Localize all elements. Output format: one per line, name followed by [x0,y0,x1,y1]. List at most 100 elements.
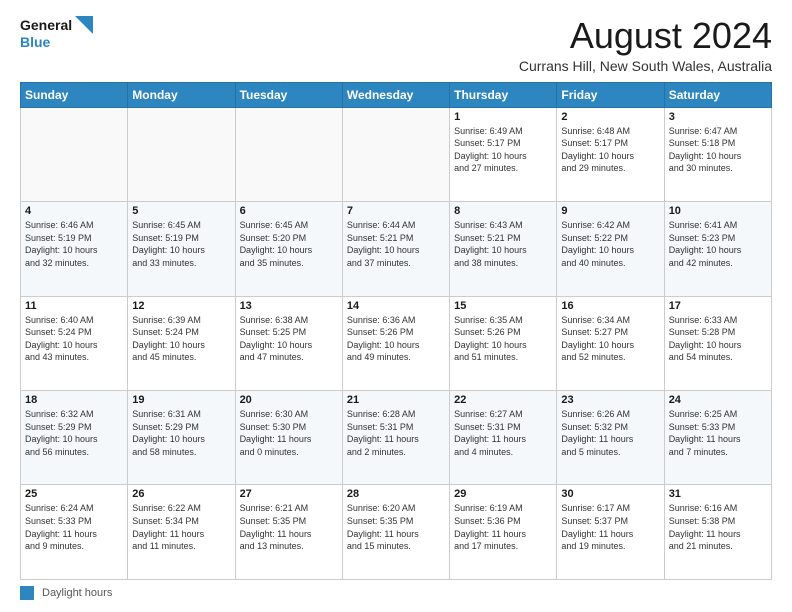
calendar-cell: 12 Sunrise: 6:39 AM Sunset: 5:24 PM Dayli… [128,296,235,390]
logo-text-block: General Blue [20,16,93,50]
day-number: 11 [25,300,123,312]
day-number: 29 [454,488,552,500]
day-number: 12 [132,300,230,312]
logo: General Blue [20,16,93,50]
day-info: Sunrise: 6:16 AM Sunset: 5:38 PM Dayligh… [669,502,767,552]
calendar-cell: 21Sunrise: 6:28 AM Sunset: 5:31 PM Dayli… [342,391,449,485]
day-info: Sunrise: 6:26 AM Sunset: 5:32 PM Dayligh… [561,408,659,458]
logo-blue: Blue [20,34,93,50]
day-info: Sunrise: 6:21 AM Sunset: 5:35 PM Dayligh… [240,502,338,552]
subtitle: Currans Hill, New South Wales, Australia [519,58,772,74]
calendar-cell: 25 Sunrise: 6:24 AM Sunset: 5:33 PM Dayli… [21,485,128,580]
calendar-cell: 29 Sunrise: 6:19 AM Sunset: 5:36 PM Dayli… [450,485,557,580]
calendar-cell: 15 Sunrise: 6:35 AM Sunset: 5:26 PM Dayli… [450,296,557,390]
page-header: General Blue August 2024 Currans Hill, N… [20,16,772,74]
day-info: Sunrise: 6:43 AM Sunset: 5:21 PM Dayligh… [454,219,552,269]
logo-general: General [20,17,72,33]
day-info: Sunrise: 6:47 AM Sunset: 5:18 PM Dayligh… [669,125,767,175]
calendar-cell: 23 Sunrise: 6:26 AM Sunset: 5:32 PM Dayli… [557,391,664,485]
day-number: 23 [561,394,659,406]
calendar-cell: 6Sunrise: 6:45 AM Sunset: 5:20 PM Daylig… [235,202,342,296]
col-sunday: Sunday [21,82,128,107]
day-info: Sunrise: 6:44 AM Sunset: 5:21 PM Dayligh… [347,219,445,269]
calendar-header-row: Sunday Monday Tuesday Wednesday Thursday… [21,82,772,107]
day-number: 24 [669,394,767,406]
day-number: 8 [454,205,552,217]
calendar-cell: 30Sunrise: 6:17 AM Sunset: 5:37 PM Dayli… [557,485,664,580]
day-number: 25 [25,488,123,500]
col-saturday: Saturday [664,82,771,107]
col-tuesday: Tuesday [235,82,342,107]
day-info: Sunrise: 6:35 AM Sunset: 5:26 PM Dayligh… [454,314,552,364]
col-friday: Friday [557,82,664,107]
calendar-cell: 22Sunrise: 6:27 AM Sunset: 5:31 PM Dayli… [450,391,557,485]
calendar-cell: 4 Sunrise: 6:46 AM Sunset: 5:19 PM Daylig… [21,202,128,296]
calendar-cell: 16Sunrise: 6:34 AM Sunset: 5:27 PM Dayli… [557,296,664,390]
day-number: 1 [454,111,552,123]
day-number: 30 [561,488,659,500]
col-wednesday: Wednesday [342,82,449,107]
calendar-cell: 18 Sunrise: 6:32 AM Sunset: 5:29 PM Dayli… [21,391,128,485]
calendar-cell [128,107,235,201]
calendar-cell: 7 Sunrise: 6:44 AM Sunset: 5:21 PM Daylig… [342,202,449,296]
day-number: 20 [240,394,338,406]
day-info: Sunrise: 6:27 AM Sunset: 5:31 PM Dayligh… [454,408,552,458]
day-info: Sunrise: 6:33 AM Sunset: 5:28 PM Dayligh… [669,314,767,364]
calendar-cell: 17 Sunrise: 6:33 AM Sunset: 5:28 PM Dayli… [664,296,771,390]
day-number: 13 [240,300,338,312]
calendar-page: General Blue August 2024 Currans Hill, N… [0,0,792,612]
day-number: 4 [25,205,123,217]
calendar-cell: 13 Sunrise: 6:38 AM Sunset: 5:25 PM Dayli… [235,296,342,390]
calendar-cell [235,107,342,201]
day-number: 5 [132,205,230,217]
calendar-cell: 2 Sunrise: 6:48 AM Sunset: 5:17 PM Daylig… [557,107,664,201]
main-title: August 2024 [519,16,772,56]
day-number: 14 [347,300,445,312]
calendar-cell: 24 Sunrise: 6:25 AM Sunset: 5:33 PM Dayli… [664,391,771,485]
calendar-cell: 8 Sunrise: 6:43 AM Sunset: 5:21 PM Daylig… [450,202,557,296]
day-info: Sunrise: 6:24 AM Sunset: 5:33 PM Dayligh… [25,502,123,552]
day-info: Sunrise: 6:19 AM Sunset: 5:36 PM Dayligh… [454,502,552,552]
calendar-cell [21,107,128,201]
day-info: Sunrise: 6:20 AM Sunset: 5:35 PM Dayligh… [347,502,445,552]
day-number: 17 [669,300,767,312]
calendar-cell: 3Sunrise: 6:47 AM Sunset: 5:18 PM Daylig… [664,107,771,201]
day-info: Sunrise: 6:31 AM Sunset: 5:29 PM Dayligh… [132,408,230,458]
day-number: 15 [454,300,552,312]
logo-triangle-icon [75,16,93,34]
calendar-week-5: 25 Sunrise: 6:24 AM Sunset: 5:33 PM Dayli… [21,485,772,580]
day-info: Sunrise: 6:22 AM Sunset: 5:34 PM Dayligh… [132,502,230,552]
day-number: 28 [347,488,445,500]
day-info: Sunrise: 6:36 AM Sunset: 5:26 PM Dayligh… [347,314,445,364]
calendar-cell: 28 Sunrise: 6:20 AM Sunset: 5:35 PM Dayli… [342,485,449,580]
title-block: August 2024 Currans Hill, New South Wale… [519,16,772,74]
day-number: 9 [561,205,659,217]
calendar-table: Sunday Monday Tuesday Wednesday Thursday… [20,82,772,580]
day-number: 18 [25,394,123,406]
calendar-cell: 9Sunrise: 6:42 AM Sunset: 5:22 PM Daylig… [557,202,664,296]
day-info: Sunrise: 6:38 AM Sunset: 5:25 PM Dayligh… [240,314,338,364]
calendar-footer: Daylight hours [20,586,772,600]
calendar-cell: 11 Sunrise: 6:40 AM Sunset: 5:24 PM Dayli… [21,296,128,390]
day-info: Sunrise: 6:46 AM Sunset: 5:19 PM Dayligh… [25,219,123,269]
calendar-cell: 31Sunrise: 6:16 AM Sunset: 5:38 PM Dayli… [664,485,771,580]
day-info: Sunrise: 6:34 AM Sunset: 5:27 PM Dayligh… [561,314,659,364]
calendar-cell: 1Sunrise: 6:49 AM Sunset: 5:17 PM Daylig… [450,107,557,201]
day-number: 19 [132,394,230,406]
day-number: 21 [347,394,445,406]
day-info: Sunrise: 6:39 AM Sunset: 5:24 PM Dayligh… [132,314,230,364]
day-info: Sunrise: 6:45 AM Sunset: 5:19 PM Dayligh… [132,219,230,269]
daylight-label: Daylight hours [42,587,112,599]
calendar-week-2: 4 Sunrise: 6:46 AM Sunset: 5:19 PM Daylig… [21,202,772,296]
day-info: Sunrise: 6:25 AM Sunset: 5:33 PM Dayligh… [669,408,767,458]
day-info: Sunrise: 6:45 AM Sunset: 5:20 PM Dayligh… [240,219,338,269]
day-number: 2 [561,111,659,123]
day-info: Sunrise: 6:40 AM Sunset: 5:24 PM Dayligh… [25,314,123,364]
day-info: Sunrise: 6:30 AM Sunset: 5:30 PM Dayligh… [240,408,338,458]
daylight-legend-box [20,586,34,600]
day-info: Sunrise: 6:32 AM Sunset: 5:29 PM Dayligh… [25,408,123,458]
calendar-cell [342,107,449,201]
day-info: Sunrise: 6:48 AM Sunset: 5:17 PM Dayligh… [561,125,659,175]
calendar-cell: 20 Sunrise: 6:30 AM Sunset: 5:30 PM Dayli… [235,391,342,485]
day-number: 7 [347,205,445,217]
